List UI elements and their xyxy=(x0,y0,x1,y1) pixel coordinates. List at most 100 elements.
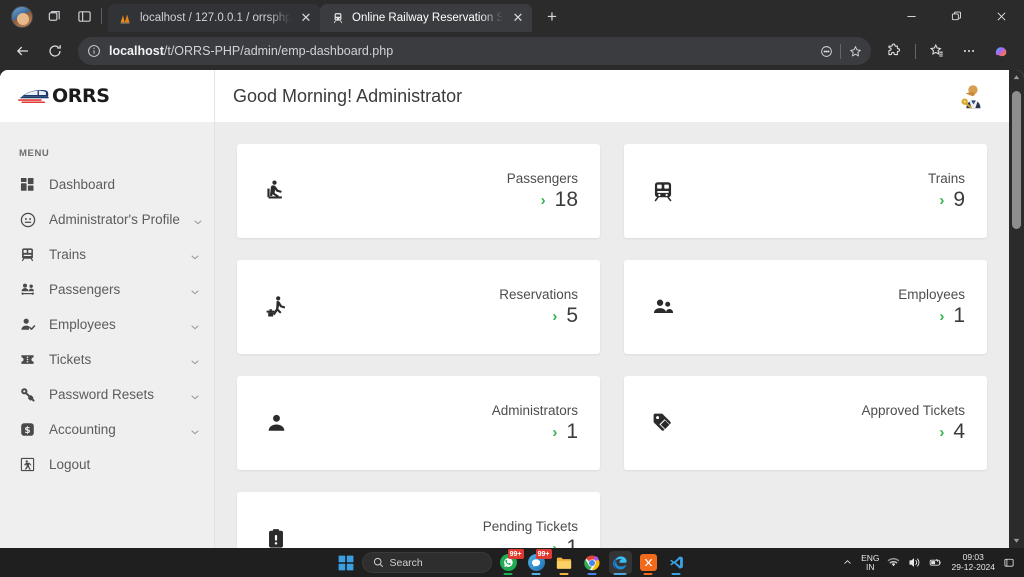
brand-logo[interactable]: ORRS xyxy=(0,70,214,122)
close-button[interactable] xyxy=(979,0,1024,32)
minimize-button[interactable] xyxy=(889,0,934,32)
stat-card-reservations[interactable]: Reservations › 5 xyxy=(237,260,600,354)
taskbar-app-vscode[interactable] xyxy=(665,551,688,574)
phpmyadmin-icon xyxy=(118,11,133,26)
chevron-down-icon[interactable] xyxy=(190,285,200,295)
taskbar-app-chrome[interactable] xyxy=(581,551,604,574)
stat-card-administrators[interactable]: Administrators › 1 xyxy=(237,376,600,470)
sidebar-item-dashboard[interactable]: Dashboard xyxy=(0,167,214,202)
sidebar-item-password-resets[interactable]: Password Resets xyxy=(0,377,214,412)
taskbar-clock[interactable]: 09:03 29-12-2024 xyxy=(950,553,995,573)
profile-avatar-icon[interactable] xyxy=(11,6,33,28)
language-bottom: IN xyxy=(866,562,875,572)
chevron-right-icon[interactable]: › xyxy=(939,309,944,324)
chevron-right-icon[interactable]: › xyxy=(939,193,944,208)
new-tab-button[interactable]: + xyxy=(538,3,566,31)
train-icon xyxy=(19,246,36,263)
taskbar-app-file-explorer[interactable] xyxy=(553,551,576,574)
sidebar-item-logout[interactable]: Logout xyxy=(0,447,214,482)
language-indicator[interactable]: ENG IN xyxy=(861,554,879,572)
stat-card-body: Administrators › 1 xyxy=(289,403,578,443)
stat-card-body: Reservations › 5 xyxy=(289,287,578,327)
chevron-right-icon[interactable]: › xyxy=(939,425,944,440)
page-scrollbar[interactable] xyxy=(1009,70,1024,548)
reload-button[interactable] xyxy=(40,36,70,66)
xampp-icon xyxy=(640,554,657,571)
chevron-down-icon[interactable] xyxy=(190,390,200,400)
stat-card-value-row: › 9 xyxy=(676,189,965,211)
taskbar-app-messaging[interactable]: 99+ xyxy=(525,551,548,574)
info-circle-icon[interactable] xyxy=(87,44,101,58)
close-icon[interactable]: ✕ xyxy=(510,10,526,26)
taskbar-app-xampp[interactable] xyxy=(637,551,660,574)
address-bar[interactable]: localhost/t/ORRS-PHP/admin/emp-dashboard… xyxy=(78,37,871,65)
star-icon[interactable] xyxy=(843,39,867,63)
scrollbar-thumb[interactable] xyxy=(1012,91,1021,229)
taskbar-app-edge[interactable] xyxy=(609,551,632,574)
train-front-icon xyxy=(650,178,676,204)
stat-card-value-row: › 5 xyxy=(289,305,578,327)
chevron-down-icon[interactable] xyxy=(190,425,200,435)
stat-card-trains[interactable]: Trains › 9 xyxy=(624,144,987,238)
stat-card-passengers[interactable]: Passengers › 18 xyxy=(237,144,600,238)
notification-icon[interactable] xyxy=(1002,556,1016,570)
split-pane-icon[interactable] xyxy=(69,2,99,30)
chevron-down-icon[interactable] xyxy=(190,355,200,365)
scrollbar-track[interactable] xyxy=(1009,85,1024,533)
copilot-icon[interactable] xyxy=(986,36,1016,66)
orrs-logo-mark xyxy=(18,86,52,107)
chevron-down-icon[interactable] xyxy=(193,215,203,225)
sidebar-item-passengers[interactable]: Passengers xyxy=(0,272,214,307)
taskbar-search-box[interactable]: Search xyxy=(362,552,492,573)
speaker-icon[interactable] xyxy=(908,556,922,570)
page-title: Good Morning! Administrator xyxy=(233,86,957,107)
wifi-icon[interactable] xyxy=(887,556,901,570)
split-screen-icon[interactable] xyxy=(814,39,838,63)
sidebar-item-label: Logout xyxy=(49,457,200,472)
window-controls xyxy=(889,0,1024,32)
chevron-right-icon[interactable]: › xyxy=(552,309,557,324)
admin-avatar-icon[interactable] xyxy=(957,81,987,111)
chevron-right-icon[interactable]: › xyxy=(541,193,546,208)
page-viewport: ORRS MENU Dashboard xyxy=(0,70,1024,548)
sidebar-item-accounting[interactable]: $ Accounting xyxy=(0,412,214,447)
stat-card-value-row: › 1 xyxy=(289,537,578,548)
battery-icon[interactable] xyxy=(929,556,943,570)
scroll-down-icon[interactable] xyxy=(1009,533,1024,548)
running-indicator xyxy=(614,573,627,575)
stat-card-value: 18 xyxy=(555,189,578,211)
browser-window: localhost / 127.0.0.1 / orrsphp / o ✕ On… xyxy=(0,0,1024,548)
sidebar-item-employees[interactable]: Employees xyxy=(0,307,214,342)
collections-icon[interactable] xyxy=(922,36,952,66)
chevron-right-icon[interactable]: › xyxy=(552,541,557,548)
grid-icon xyxy=(19,176,36,193)
stat-card-value-row: › 1 xyxy=(676,305,965,327)
tab-search-icon[interactable] xyxy=(39,2,69,30)
chevron-down-icon[interactable] xyxy=(190,250,200,260)
sidebar-item-tickets[interactable]: Tickets xyxy=(0,342,214,377)
stat-card-approved-tickets[interactable]: Approved Tickets › 4 xyxy=(624,376,987,470)
back-button[interactable] xyxy=(8,36,38,66)
restore-button[interactable] xyxy=(934,0,979,32)
sidebar-item-administrators-profile[interactable]: Administrator's Profile xyxy=(0,202,214,237)
ticket-icon xyxy=(19,351,36,368)
running-indicator xyxy=(588,573,597,575)
close-icon[interactable]: ✕ xyxy=(298,10,314,26)
sidebar-item-trains[interactable]: Trains xyxy=(0,237,214,272)
chevron-right-icon[interactable]: › xyxy=(552,425,557,440)
browser-tab-phpmyadmin[interactable]: localhost / 127.0.0.1 / orrsphp / o ✕ xyxy=(108,4,320,32)
start-icon[interactable] xyxy=(335,552,357,574)
stat-card-value-row: › 18 xyxy=(289,189,578,211)
stat-card-pending-tickets[interactable]: Pending Tickets › 1 xyxy=(237,492,600,548)
scroll-up-icon[interactable] xyxy=(1009,70,1024,85)
chevron-down-icon[interactable] xyxy=(190,320,200,330)
browser-tab-orrs[interactable]: Online Railway Reservation System ✕ xyxy=(320,4,532,32)
tray-expand-chevron-icon[interactable] xyxy=(840,556,854,570)
notification-badge: 99+ xyxy=(536,549,552,559)
browser-settings-icon[interactable] xyxy=(954,36,984,66)
stat-card-value: 9 xyxy=(953,189,965,211)
extensions-icon[interactable] xyxy=(879,36,909,66)
taskbar-app-whatsapp[interactable]: 99+ xyxy=(497,551,520,574)
stat-card-employees[interactable]: Employees › 1 xyxy=(624,260,987,354)
sidebar: ORRS MENU Dashboard xyxy=(0,70,215,548)
